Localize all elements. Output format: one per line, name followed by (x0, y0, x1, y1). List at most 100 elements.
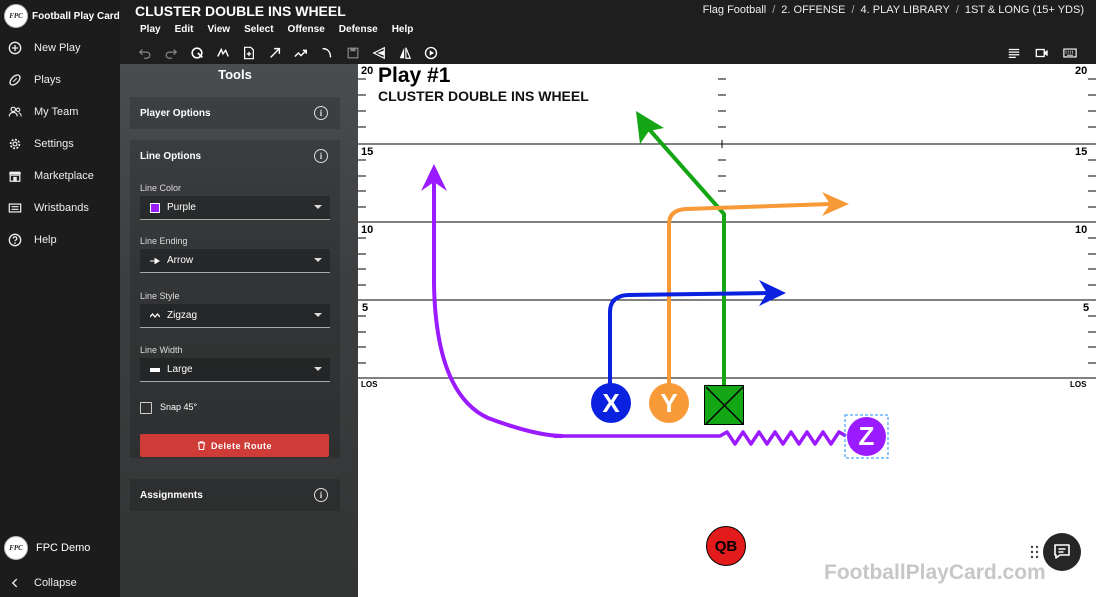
assignments-section[interactable]: Assignments i (130, 479, 340, 511)
flip-button[interactable] (210, 44, 236, 62)
curve-route-button[interactable] (314, 44, 340, 62)
store-icon (8, 171, 22, 182)
left-hash-marks (358, 78, 366, 364)
breadcrumb: Flag Football / 2. OFFENSE / 4. PLAY LIBRA… (703, 4, 1084, 16)
plus-circle-icon (8, 41, 22, 55)
player-options-section[interactable]: Player Options i (130, 97, 340, 129)
menu-bar: Play Edit View Select Offense Defense He… (140, 24, 427, 35)
play-number: Play #1 (378, 64, 451, 87)
gear-icon (9, 138, 21, 150)
fpc-logo: FPC (4, 4, 28, 28)
menu-offense[interactable]: Offense (288, 24, 325, 35)
nav-label: New Play (34, 42, 81, 54)
mirror-left-button[interactable] (366, 44, 392, 62)
line-ending-value: Arrow (167, 255, 194, 266)
zigzag-route-button[interactable] (288, 44, 314, 62)
menu-edit[interactable]: Edit (175, 24, 194, 35)
video-icon (1035, 48, 1048, 58)
nav-new-play[interactable]: New Play (0, 36, 120, 60)
notes-icon (1008, 48, 1020, 58)
nav-wristbands[interactable]: Wristbands (0, 196, 120, 220)
line-style-select[interactable]: Zigzag (140, 304, 330, 328)
player-z[interactable]: Z (847, 417, 886, 456)
breadcrumb-item[interactable]: 4. PLAY LIBRARY (861, 4, 950, 16)
player-center[interactable] (704, 385, 744, 425)
x-route-line[interactable] (608, 291, 769, 390)
delete-route-label: Delete Route (210, 440, 272, 451)
chat-icon (1054, 544, 1070, 559)
line-width-icon (150, 366, 160, 374)
menu-help[interactable]: Help (392, 24, 414, 35)
video-button[interactable] (1028, 44, 1056, 62)
snap-checkbox[interactable] (140, 402, 152, 414)
yard-number-15-left: 15 (361, 146, 374, 158)
line-color-select[interactable]: Purple (140, 196, 330, 220)
player-y[interactable]: Y (649, 383, 689, 423)
collapse-button[interactable]: Collapse (0, 571, 120, 595)
yard-number-5-left: 5 (362, 302, 369, 314)
zigzag-route-icon (294, 49, 307, 57)
line-options-header[interactable]: Line Options (130, 140, 340, 172)
curve-route-icon (322, 47, 332, 58)
field-canvas (358, 78, 1096, 459)
tools-panel: Tools Player Options i Line Options i Li… (120, 64, 358, 597)
breadcrumb-separator: / (772, 4, 776, 16)
tools-title: Tools (218, 67, 252, 82)
breadcrumb-item[interactable]: 2. OFFENSE (781, 4, 845, 16)
caret-down-icon (314, 367, 322, 371)
z-route-line[interactable] (432, 176, 564, 438)
breadcrumb-item[interactable]: 1ST & LONG (15+ YDS) (965, 4, 1084, 16)
chat-button[interactable] (1043, 533, 1081, 571)
menu-play[interactable]: Play (140, 24, 161, 35)
center-x-mark-icon (705, 386, 743, 424)
menu-defense[interactable]: Defense (339, 24, 378, 35)
mirror-button[interactable] (392, 44, 418, 62)
play-icon (424, 46, 438, 60)
center-hash-marks (718, 78, 726, 208)
caret-down-icon (314, 313, 322, 317)
line-width-label: Line Width (140, 345, 183, 355)
nav-my-team[interactable]: My Team (0, 100, 120, 124)
breadcrumb-item[interactable]: Flag Football (703, 4, 767, 16)
play-name: CLUSTER DOUBLE INS WHEEL (378, 88, 589, 104)
help-icon (8, 233, 22, 247)
line-width-select[interactable]: Large (140, 358, 330, 382)
line-ending-select[interactable]: Arrow (140, 249, 330, 273)
drag-handle-icon[interactable] (1030, 545, 1040, 559)
right-hash-marks (1088, 78, 1096, 364)
nav-settings[interactable]: Settings (0, 132, 120, 156)
redo-button[interactable] (158, 44, 184, 62)
wristband-icon (8, 203, 22, 213)
menu-view[interactable]: View (207, 24, 230, 35)
nav-plays[interactable]: Plays (0, 68, 120, 92)
info-icon[interactable]: i (314, 488, 328, 502)
c-route-line[interactable] (646, 126, 726, 386)
nav-marketplace[interactable]: Marketplace (0, 164, 120, 188)
mirror-icon (399, 47, 412, 59)
nav-help[interactable]: Help (0, 228, 120, 252)
play-field[interactable]: Play #1 CLUSTER DOUBLE INS WHEEL 20 20 1… (358, 64, 1096, 597)
play-animation-button[interactable] (418, 44, 444, 62)
line-ending-label: Line Ending (140, 236, 188, 246)
undo-button[interactable] (132, 44, 158, 62)
y-route-line[interactable] (667, 202, 831, 390)
arrow-route-button[interactable] (262, 44, 288, 62)
rotate-button[interactable] (184, 44, 210, 62)
keyboard-button[interactable] (1056, 44, 1084, 62)
toolbar (132, 43, 444, 63)
team-icon (8, 106, 22, 117)
notes-button[interactable] (1000, 44, 1028, 62)
add-player-button[interactable] (236, 44, 262, 62)
menu-select[interactable]: Select (244, 24, 273, 35)
watermark: FootballPlayCard.com (824, 561, 1046, 584)
user-account[interactable]: FPC FPC Demo (0, 536, 120, 560)
info-icon[interactable]: i (314, 106, 328, 120)
player-qb[interactable]: QB (706, 526, 746, 566)
delete-route-button[interactable]: Delete Route (140, 434, 329, 457)
player-x[interactable]: X (591, 383, 631, 423)
z-zigzag-motion[interactable] (554, 430, 847, 446)
yard-number-10-right: 10 (1075, 224, 1088, 236)
brand[interactable]: FPC Football Play Card (0, 0, 120, 32)
save-button[interactable] (340, 44, 366, 62)
info-icon[interactable]: i (314, 149, 328, 163)
